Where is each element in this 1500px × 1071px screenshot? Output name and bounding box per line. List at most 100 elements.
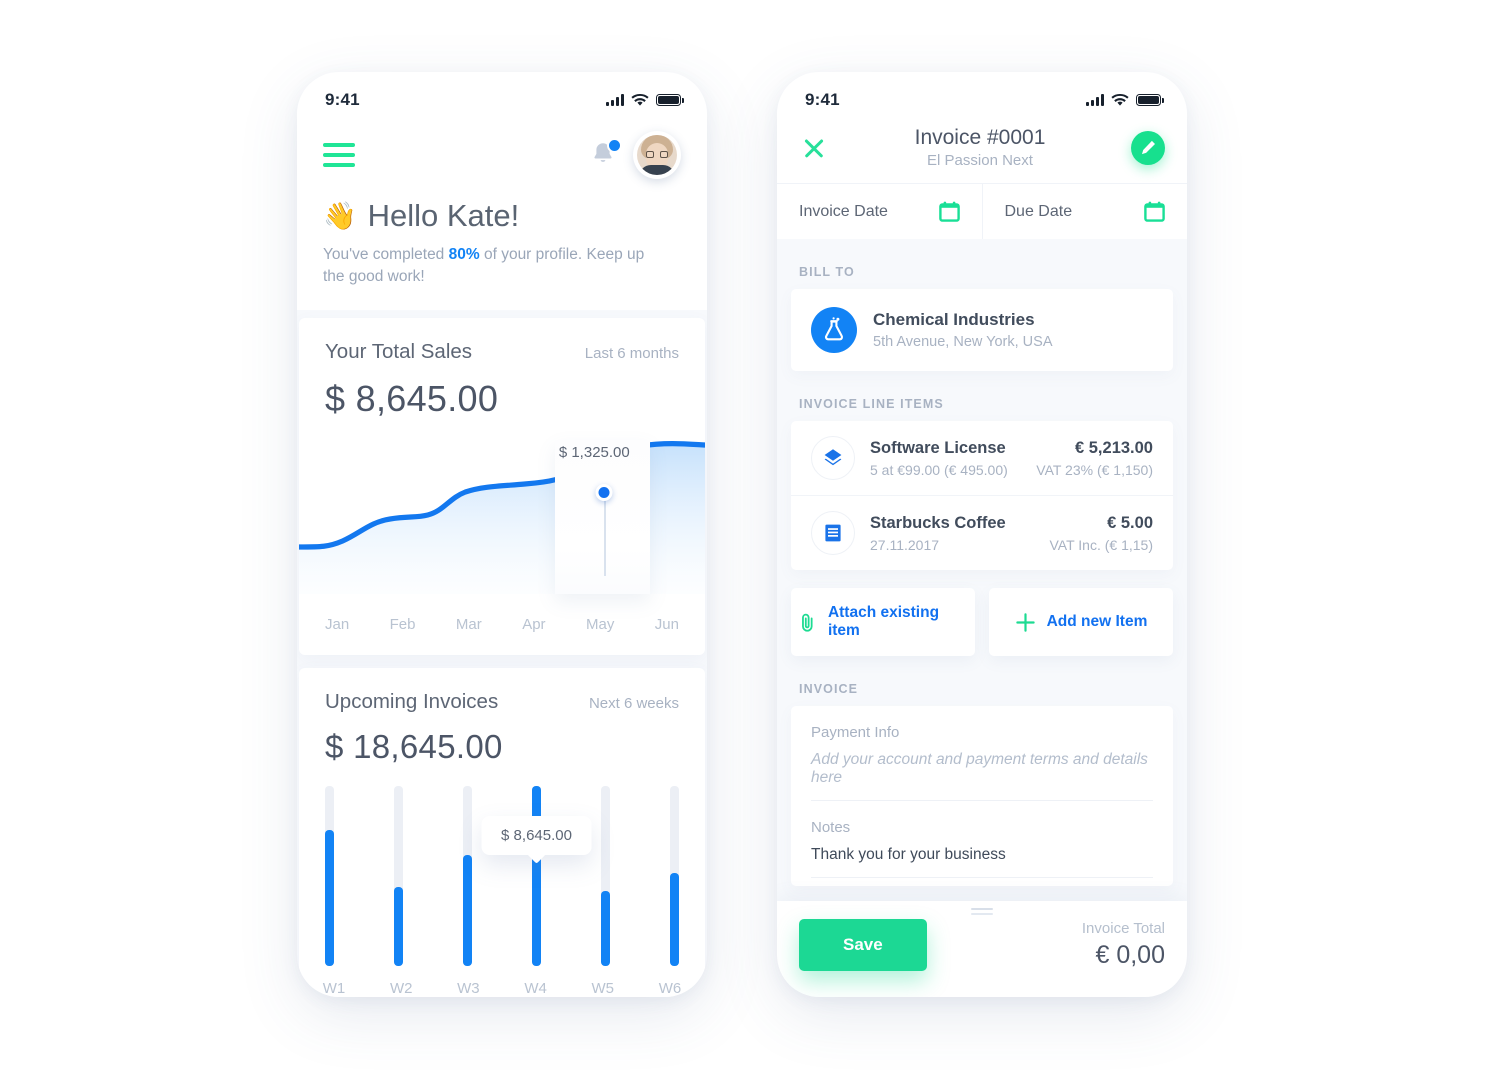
attach-existing-item-label: Attach existing item [827,604,940,639]
cellular-signal-icon [606,94,624,106]
invoice-total-label: Invoice Total [1081,920,1165,937]
flask-icon [811,307,857,353]
notifications-button[interactable] [591,138,622,170]
x-tick-label: Jan [325,616,350,634]
close-icon[interactable] [799,133,829,163]
bar-column[interactable] [325,786,334,967]
x-tick-label: W2 [389,980,413,997]
line-item-actions: Attach existing item Add new Item [777,570,1187,656]
avatar[interactable] [633,131,681,179]
calendar-icon [1144,201,1165,222]
invoice-header-titles: Invoice #0001 El Passion Next [915,126,1046,169]
bill-to-panel[interactable]: Chemical Industries 5th Avenue, New York… [791,289,1173,371]
invoice-form-panel: Payment Info Add your account and paymen… [791,706,1173,886]
waving-hand-icon: 👋 [323,201,357,231]
list-item[interactable]: Software License 5 at €99.00 (€ 495.00) … [791,421,1173,495]
payment-info-input[interactable]: Add your account and payment terms and d… [811,741,1153,801]
invoice-total-block: Invoice Total € 0,00 [1082,920,1165,970]
screenshot-stage: 9:41 👋 Hello Kate! You've completed 80% … [0,0,1500,1071]
bar-column[interactable] [601,786,610,967]
add-new-item-label: Add new Item [1046,613,1148,630]
x-tick-label: W1 [322,980,346,997]
invoices-total-amount: $ 18,645.00 [325,728,503,766]
battery-icon [1136,94,1164,106]
plus-icon [1015,612,1035,632]
bar-chart-tooltip: $ 8,645.00 [481,815,592,855]
line-item-info: Starbucks Coffee 27.11.2017 [870,514,1035,553]
line-item-name: Starbucks Coffee [870,513,1006,532]
sales-total-amount: $ 8,645.00 [325,378,499,420]
line-items-panel: Software License 5 at €99.00 (€ 495.00) … [791,421,1173,570]
x-tick-label: W3 [457,980,480,997]
invoice-total-value: € 0,00 [1095,941,1165,969]
chart-data-point[interactable] [595,484,613,502]
receipt-icon [811,511,855,555]
attach-existing-item-button[interactable]: Attach existing item [791,588,975,656]
pencil-icon [1141,140,1155,155]
status-bar-time: 9:41 [325,90,360,109]
status-bar-icons [606,93,684,107]
bar-column[interactable] [463,786,472,967]
status-bar-right: 9:41 [777,72,1187,122]
line-item-desc: 5 at €99.00 (€ 495.00) [870,461,1008,478]
flask-icon-glyph [824,317,844,341]
x-tick-label: W6 [658,980,682,997]
chart-tooltip-stem [604,498,606,577]
menu-icon[interactable] [323,143,355,167]
phone-invoice-detail: 9:41 Invoice #0001 El Passion Next Invoi… [777,72,1187,997]
bar-fill[interactable] [532,786,541,967]
bill-to-address: 5th Avenue, New York, USA [873,334,1053,350]
line-item-info: Software License 5 at €99.00 (€ 495.00) [870,439,1021,478]
wifi-icon [1111,93,1129,106]
line-item-vat: VAT 23% (€ 1,150) [1036,461,1153,478]
notes-input[interactable]: Thank you for your business [811,836,1153,878]
bar-fill[interactable] [463,854,472,967]
bar-fill[interactable] [601,890,610,967]
notes-field[interactable]: Notes Thank you for your business [791,801,1173,878]
invoice-dates-row: Invoice Date Due Date [777,183,1187,239]
bar-fill[interactable] [670,872,679,967]
bar-column[interactable] [394,786,403,967]
line-item-amounts: € 5,213.00 VAT 23% (€ 1,150) [1036,439,1153,478]
chart-highlight-band [554,440,651,595]
due-date-label: Due Date [1004,202,1073,220]
add-new-item-button[interactable]: Add new Item [989,588,1173,656]
line-chart-x-axis: Jan Feb Mar Apr May Jun [299,616,705,655]
invoice-date-field[interactable]: Invoice Date [777,184,983,239]
invoice-subtitle: El Passion Next [927,152,1033,169]
bar-fill[interactable] [325,829,334,967]
sales-line-chart[interactable]: $ 1,325.00 [299,426,705,616]
payment-info-label: Payment Info [811,724,900,741]
phone-dashboard: 9:41 👋 Hello Kate! You've completed 80% … [297,72,707,997]
line-item-amounts: € 5.00 VAT Inc. (€ 1,15) [1050,514,1154,553]
wifi-icon [631,93,649,106]
bar-column[interactable] [670,786,679,967]
payment-info-field[interactable]: Payment Info Add your account and paymen… [791,706,1173,801]
x-tick-label: Jun [654,616,679,634]
save-button[interactable]: Save [799,919,927,971]
phone-notch [418,72,586,98]
page-title: 👋 Hello Kate! [323,198,681,234]
drag-handle[interactable] [971,908,993,915]
receipt-icon-glyph [825,524,841,542]
line-item-vat: VAT Inc. (€ 1,15) [1049,536,1154,553]
edit-button[interactable] [1131,130,1165,165]
invoice-title: Invoice #0001 [914,126,1046,149]
notification-badge [607,138,622,153]
list-item[interactable]: Starbucks Coffee 27.11.2017 € 5.00 VAT I… [791,495,1173,570]
total-sales-card: Your Total Sales Last 6 months $ 8,645.0… [299,318,705,656]
invoices-card-title: Upcoming Invoices [325,690,499,714]
line-item-amount: € 5,213.00 [1075,438,1153,457]
bar-chart-x-axis: W1 W2 W3 W4 W5 W6 [299,966,705,997]
status-bar-icons [1086,93,1164,107]
invoices-bar-chart[interactable]: $ 8,645.00 [299,766,705,967]
bar-column-selected[interactable]: $ 8,645.00 [481,786,592,967]
invoice-bottom-bar: Save Invoice Total € 0,00 [777,901,1187,997]
due-date-field[interactable]: Due Date [983,184,1188,239]
invoices-card-range[interactable]: Next 6 weeks [589,695,679,712]
bar-fill[interactable] [394,887,403,967]
phone-notch [898,72,1066,98]
status-bar-left: 9:41 [297,72,707,122]
sales-card-range[interactable]: Last 6 months [585,345,679,362]
invoice-section-label: INVOICE [799,682,859,696]
